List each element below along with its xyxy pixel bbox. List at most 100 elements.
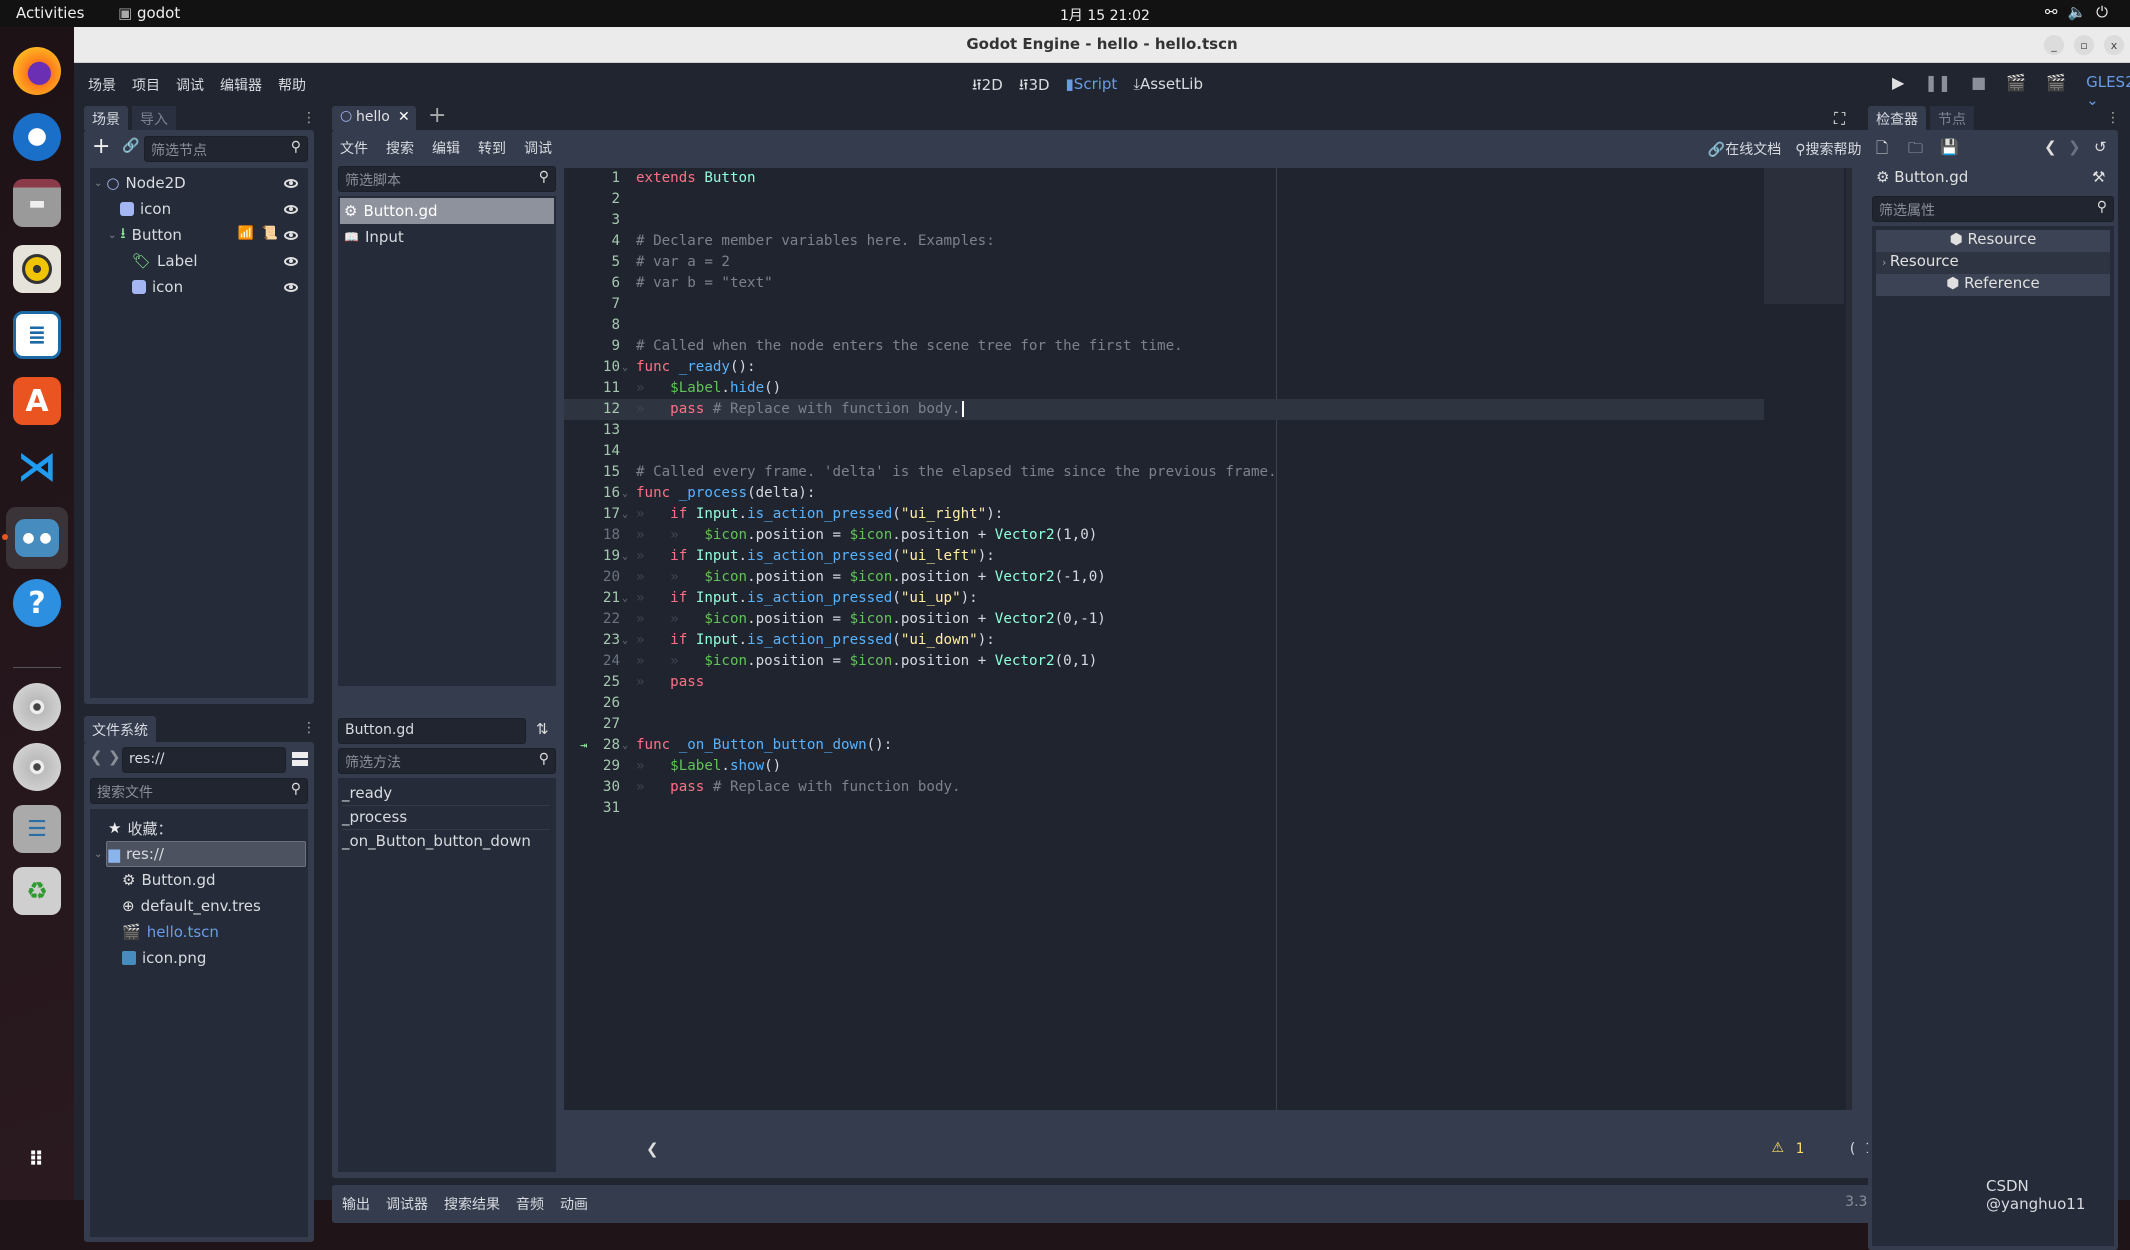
code-line[interactable]: 28 ⌄ ⇥ func _on_Button_button_down(): (564, 735, 1764, 756)
tree-node-icon[interactable]: icon (90, 196, 308, 222)
menu-project[interactable]: 项目 (132, 75, 160, 95)
tab-search-results[interactable]: 搜索结果 (444, 1194, 500, 1214)
tree-node-button[interactable]: ⌄ ⭳ Button 📶 📜 (90, 222, 308, 248)
code-line[interactable]: 14 (564, 441, 1764, 462)
visibility-icon[interactable] (284, 204, 298, 214)
dock-menu-icon[interactable]: ⋮ (302, 720, 316, 736)
code-line[interactable]: 24 » » $icon.position = $icon.position + … (564, 651, 1764, 672)
code-line[interactable]: 22 » » $icon.position = $icon.position + … (564, 609, 1764, 630)
menu-scene[interactable]: 场景 (88, 75, 116, 95)
code-line[interactable]: 30 » pass # Replace with function body. (564, 777, 1764, 798)
workspace-script[interactable]: ▮Script (1066, 75, 1118, 100)
tab-filesystem[interactable]: 文件系统 (84, 716, 156, 742)
code-line[interactable]: 29 » $Label.show() (564, 756, 1764, 777)
res-root-item[interactable]: ⌄ ▆ res:// (90, 841, 308, 867)
code-line[interactable]: 20 » » $icon.position = $icon.position + … (564, 567, 1764, 588)
tab-debugger[interactable]: 调试器 (386, 1194, 428, 1214)
play-scene-button[interactable]: 🎬 (2006, 73, 2026, 109)
fold-chevron-icon[interactable]: ⌄ (622, 588, 628, 609)
script-menu-file[interactable]: 文件 (340, 138, 368, 158)
code-line[interactable]: 31 (564, 798, 1764, 819)
close-button[interactable]: x (2104, 35, 2124, 55)
code-line[interactable]: 9 # Called when the node enters the scene… (564, 336, 1764, 357)
code-line[interactable]: 23 ⌄ » if Input.is_action_pressed("ui_down… (564, 630, 1764, 651)
method-item[interactable]: _process (342, 804, 550, 830)
tab-node[interactable]: 节点 (1930, 106, 1974, 130)
rhythmbox-icon[interactable] (13, 245, 61, 293)
instance-scene-button[interactable]: 🔗 (122, 138, 139, 154)
fold-chevron-icon[interactable]: ⌄ (622, 357, 628, 378)
back-icon[interactable]: ❮ (90, 748, 103, 766)
fold-chevron-icon[interactable]: ⌄ (622, 504, 628, 525)
favorites-item[interactable]: ★ 收藏： (90, 815, 172, 841)
tab-animation[interactable]: 动画 (560, 1194, 588, 1214)
filter-nodes-input[interactable]: 筛选节点 ⚲ (144, 136, 308, 162)
visibility-icon[interactable] (284, 230, 298, 240)
stop-button[interactable]: ■ (1971, 73, 1986, 109)
minimap[interactable] (1764, 168, 1844, 304)
history-icon[interactable]: ↺ (2094, 138, 2107, 156)
software-center-icon[interactable]: A (13, 377, 61, 425)
script-item-input[interactable]: 📖 Input (340, 224, 404, 250)
dock-menu-icon[interactable]: ⋮ (302, 110, 316, 126)
warning-count[interactable]: 1 (1796, 1141, 1804, 1157)
clock[interactable]: 1月 15 21:02 (1060, 5, 1150, 25)
tab-scene[interactable]: 场景 (84, 106, 128, 130)
workspace-2d[interactable]: ⭿2D (972, 75, 1003, 100)
godot-dock-icon[interactable]: ● ● (6, 507, 68, 569)
code-line[interactable]: 18 » » $icon.position = $icon.position + … (564, 525, 1764, 546)
vscode-icon[interactable]: ⋊ (13, 443, 61, 491)
menu-help[interactable]: 帮助 (278, 75, 306, 95)
filter-scripts-input[interactable]: 筛选脚本 ⚲ (338, 166, 556, 192)
firefox-icon[interactable] (13, 47, 61, 95)
floppy-icon[interactable]: ☰ (13, 805, 61, 853)
filter-methods-input[interactable]: 筛选方法 ⚲ (338, 748, 556, 774)
show-apps-icon[interactable]: ⠿ (13, 1135, 61, 1183)
disc-icon-2[interactable] (13, 743, 61, 791)
app-menu[interactable]: ▣ godot (118, 4, 180, 22)
back-icon[interactable]: ❮ (2044, 138, 2057, 156)
code-editor[interactable]: 1 extends Button 2 3 4 # Declare member varia… (564, 168, 1852, 1110)
script-menu-goto[interactable]: 转到 (478, 138, 506, 158)
code-line[interactable]: 25 » pass (564, 672, 1764, 693)
fold-chevron-icon[interactable]: ⌄ (622, 483, 628, 504)
search-help-button[interactable]: ⚲搜索帮助 (1795, 139, 1861, 159)
close-tab-button[interactable]: ✕ (398, 109, 410, 125)
tab-import[interactable]: 导入 (132, 106, 176, 130)
file-item[interactable]: 🎬 hello.tscn (90, 919, 219, 945)
signal-connection-icon[interactable]: ⇥ (580, 735, 587, 756)
tree-node-node2d[interactable]: ⌄ ○ Node2D (90, 170, 308, 196)
code-line[interactable]: 26 (564, 693, 1764, 714)
file-item[interactable]: ⊕ default_env.tres (90, 893, 261, 919)
dock-menu-icon[interactable]: ⋮ (2106, 110, 2120, 126)
code-line[interactable]: 15 # Called every frame. 'delta' is the e… (564, 462, 1764, 483)
inspected-resource[interactable]: ⚙ Button.gd (1876, 168, 1968, 186)
code-line[interactable]: 19 ⌄ » if Input.is_action_pressed("ui_left… (564, 546, 1764, 567)
filter-properties-input[interactable]: 筛选属性 ⚲ (1872, 196, 2114, 222)
signal-icon[interactable]: 📶 (238, 226, 254, 241)
open-folder-icon[interactable]: 🗀 (1908, 138, 1923, 163)
chevron-down-icon[interactable]: ⌄ (94, 178, 102, 189)
search-files-input[interactable]: 搜索文件 ⚲ (90, 778, 308, 804)
chevron-down-icon[interactable]: ⌄ (108, 230, 116, 241)
code-line[interactable]: 17 ⌄ » if Input.is_action_pressed("ui_righ… (564, 504, 1764, 525)
pause-button[interactable]: ❚❚ (1924, 73, 1951, 109)
script-menu-edit[interactable]: 编辑 (432, 138, 460, 158)
system-tray[interactable]: ⚯🔈⏻ (2045, 3, 2118, 21)
add-node-button[interactable]: + (92, 134, 110, 159)
sort-icon[interactable]: ⇅ (536, 720, 549, 738)
thunderbird-icon[interactable] (13, 113, 61, 161)
menu-debug[interactable]: 调试 (176, 75, 204, 95)
code-line[interactable]: 1 extends Button (564, 168, 1764, 189)
tab-output[interactable]: 输出 (342, 1194, 370, 1214)
online-docs-button[interactable]: 🔗在线文档 (1708, 139, 1781, 159)
code-line[interactable]: 7 (564, 294, 1764, 315)
script-item-button-gd[interactable]: ⚙ Button.gd (340, 198, 554, 224)
menu-editor[interactable]: 编辑器 (220, 75, 262, 95)
chevron-down-icon[interactable]: ⌄ (94, 849, 102, 860)
distraction-free-icon[interactable]: ⛶ (1834, 109, 1845, 129)
object-properties-icon[interactable]: ⚒ (2092, 168, 2105, 186)
disc-icon[interactable] (13, 683, 61, 731)
tab-inspector[interactable]: 检查器 (1868, 106, 1926, 130)
workspace-assetlib[interactable]: ⤓AssetLib (1133, 75, 1203, 100)
